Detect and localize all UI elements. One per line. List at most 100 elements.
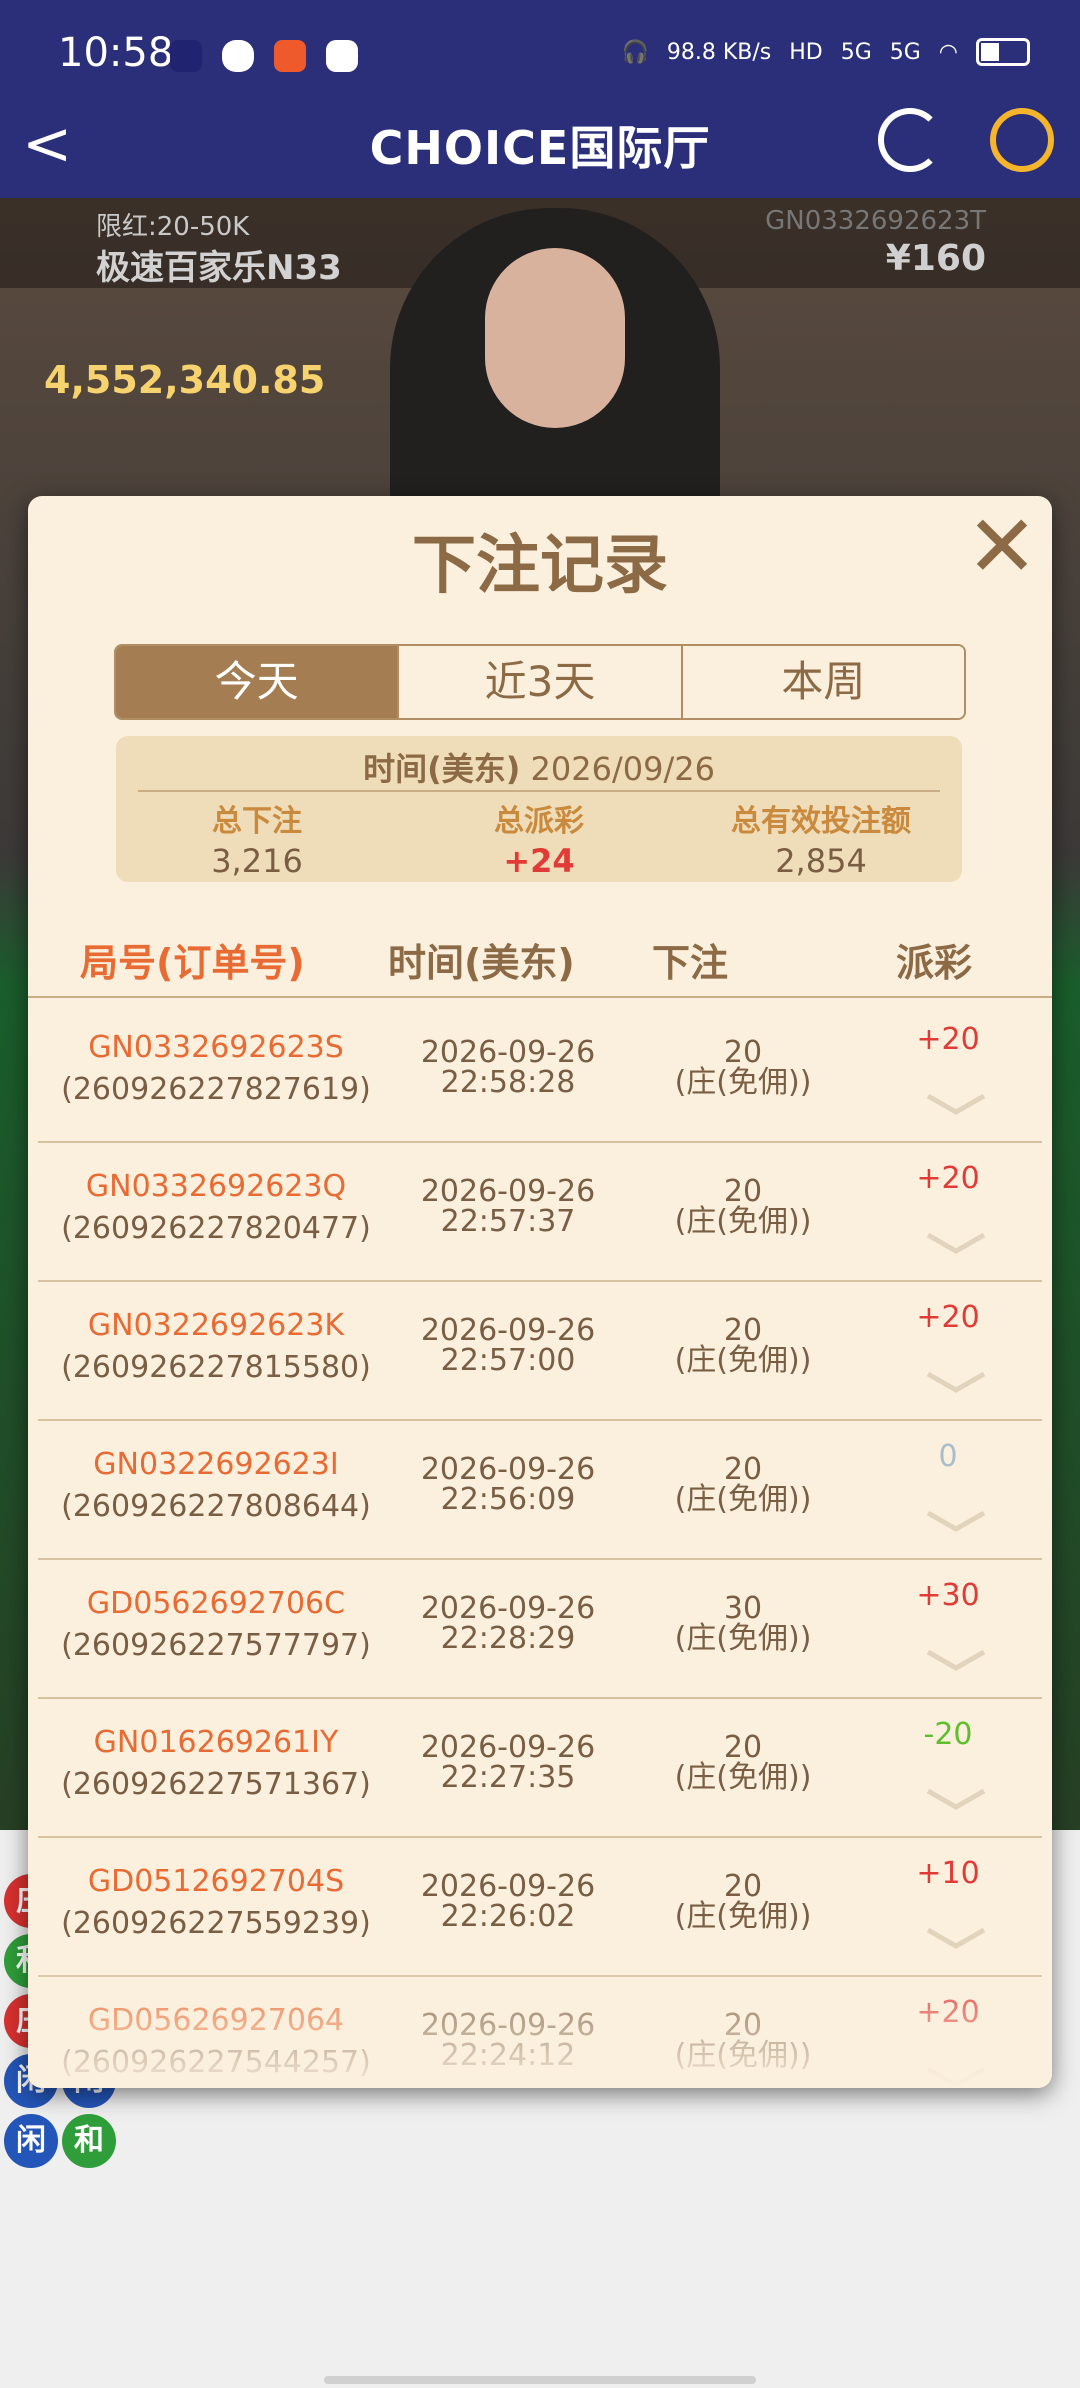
hd-icon: HD [789,39,823,65]
order-number: (260926227577797) [61,1628,371,1663]
game-number: GN0332692623Q [85,1169,347,1204]
time-cell: 2026-09-26 22:57:37 [420,1174,596,1239]
tab-this-week[interactable]: 本周 [682,646,964,718]
app-bar: < CHOICE国际厅 [0,100,1080,198]
chevron-down-icon[interactable] [926,1090,986,1134]
game-id: GN0332692623T [765,206,986,236]
battery-icon [976,38,1030,66]
time-cell: 2026-09-26 22:28:29 [420,1591,596,1656]
time-cell: 2026-09-26 22:57:00 [420,1313,596,1378]
status-indicators: 🎧 98.8 KB/s HD 5G 5G ◠ [621,38,1030,66]
game-number: GD0512692704S [87,1864,345,1899]
dealer-video [390,208,720,528]
headphones-icon: 🎧 [621,39,649,65]
round-id-cell: GD0512692704S (260926227559239) [38,1862,394,1946]
refresh-icon[interactable] [878,108,942,172]
col-game-id: 局号(订单号) [80,941,305,985]
game-number: GD0562692706C [86,1586,346,1621]
bet-cell: 20(庄(免佣)) [674,1869,812,1934]
game-number: GN0322692623I [93,1447,339,1482]
round-id-cell: GD0562692706C (260926227577797) [38,1584,394,1668]
total-valid-bet: 总有效投注额 2,854 [731,804,911,880]
signal-5g-1: 5G [840,39,872,65]
payout-cell: +20 [916,1300,980,1335]
chevron-down-icon[interactable] [926,1229,986,1273]
payout-cell: +20 [916,1161,980,1196]
order-number: (260926227815580) [61,1350,371,1385]
time-cell: 2026-09-26 22:26:02 [420,1869,596,1934]
app-notification-icon [170,40,202,72]
table-row[interactable]: GD0562692706C (260926227577797) 2026-09-26… [38,1560,1042,1699]
payout-cell: 0 [938,1439,958,1474]
bet-cell: 20(庄(免佣)) [674,1730,812,1795]
order-number: (260926227808644) [61,1489,371,1524]
chevron-down-icon[interactable] [926,1646,986,1690]
order-number: (260926227827619) [61,1072,371,1107]
modal-title: 下注记录 [412,529,668,603]
notification-icons [170,40,358,72]
chevron-down-icon[interactable] [926,1785,986,1829]
summary-box: 时间(美东) 2026/09/26 总下注 3,216 总派彩 +24 总有效投… [116,736,962,882]
table-row[interactable]: GN0322692623I (260926227808644) 2026-09-26… [38,1421,1042,1560]
order-number: (260926227820477) [61,1211,371,1246]
orange-app-icon [274,40,306,72]
payout-cell: +10 [916,1856,980,1891]
bet-cell: 30 (庄(免佣)) [674,1591,812,1656]
total-bet: 总下注 3,216 [211,804,303,880]
bet-limit: 限红:20-50K [96,212,250,242]
order-number: (260926227571367) [61,1767,371,1802]
round-id-cell: GN016269261IY (260926227571367) [38,1723,394,1807]
table-row[interactable]: GN0322692623K (260926227815580) 2026-09-26… [38,1282,1042,1421]
round-id-cell: GN0332692623S (260926227827619) [38,1028,394,1112]
round-id-cell: GN0322692623K (260926227815580) [38,1306,394,1390]
table-header: 局号(订单号) 时间(美东) 下注 派彩 [28,928,1052,998]
tab-today[interactable]: 今天 [116,646,400,718]
col-payout: 派彩 [896,941,973,985]
total-payout: 总派彩 +24 [494,804,584,880]
payout-cell: -20 [923,1717,973,1752]
camera-app-icon [326,40,358,72]
table-row[interactable]: GN0332692623S (260926227827619) 2026-09-26… [38,1004,1042,1143]
tab-3-days[interactable]: 近3天 [399,646,683,718]
summary-date: 时间(美东) 2026/09/26 [363,750,715,788]
order-number: (260926227559239) [61,1906,371,1941]
close-icon[interactable]: ✕ [964,504,1040,590]
home-indicator[interactable] [324,2376,756,2384]
bet-cell: 20(庄(免佣)) [674,1313,812,1378]
payout-cell: +30 [916,1578,980,1613]
table-row[interactable]: GN016269261IY (260926227571367) 2026-09-26… [38,1699,1042,1838]
net-speed: 98.8 KB/s [666,39,772,65]
round-id-cell: GN0322692623I (260926227808644) [38,1445,394,1529]
bet-cell: 20(庄(免佣)) [674,1035,812,1100]
leaf-notification-icon [222,40,254,72]
bet-cell: 20(庄(免佣)) [674,1452,812,1517]
balance: ¥160 [885,238,986,279]
time-cell: 2026-09-26 22:27:35 [420,1730,596,1795]
chevron-down-icon[interactable] [926,1507,986,1551]
col-bet: 下注 [652,941,729,985]
wifi-icon: ◠ [938,39,958,65]
game-number: GN0332692623S [88,1030,344,1065]
customer-service-icon[interactable] [990,108,1054,172]
bead-road-mark: 和 [62,2114,116,2168]
time-cell: 2026-09-26 22:58:28 [420,1035,596,1100]
table-row[interactable]: GN0332692623Q (260926227820477) 2026-09-26… [38,1143,1042,1282]
status-time: 10:58 [58,30,174,76]
list-fade [28,1958,1052,2088]
game-number: GN0322692623K [87,1308,345,1343]
table-row[interactable]: GD0512692704S (260926227559239) 2026-09-26… [38,1838,1042,1977]
chevron-down-icon[interactable] [926,1368,986,1412]
col-time: 时间(美东) [388,941,575,985]
bet-history-modal: 下注记录 ✕ 今天 近3天 本周 时间(美东) 2026/09/26 总下注 3… [28,496,1052,2088]
signal-5g-2: 5G [889,39,921,65]
table-name: 极速百家乐N33 [96,248,342,288]
round-id-cell: GN0332692623Q (260926227820477) [38,1167,394,1251]
time-cell: 2026-09-26 22:56:09 [420,1452,596,1517]
bead-road-mark: 闲 [4,2114,58,2168]
game-number: GN016269261IY [93,1725,339,1760]
payout-cell: +20 [916,1022,980,1057]
period-tabs: 今天 近3天 本周 [114,644,966,720]
bet-record-list: GN0332692623S (260926227827619) 2026-09-26… [38,1004,1042,2088]
bet-cell: 20(庄(免佣)) [674,1174,812,1239]
pool-amount: 4,552,340.85 [44,358,326,402]
